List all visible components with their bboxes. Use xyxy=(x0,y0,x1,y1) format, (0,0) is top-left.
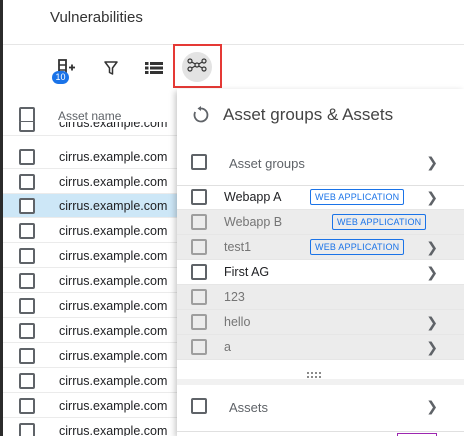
divider xyxy=(177,431,464,432)
asset-groups-panel: Asset groups & Assets Asset groups ❯ Web… xyxy=(177,89,464,436)
row-checkbox[interactable] xyxy=(19,373,35,389)
row-checkbox[interactable] xyxy=(19,248,35,264)
chevron-right-icon[interactable]: ❯ xyxy=(426,314,438,331)
row-checkbox[interactable] xyxy=(19,149,35,165)
asset-name: cirrus.example.com xyxy=(59,199,168,213)
asset-groups-section-header[interactable]: Asset groups ❯ xyxy=(177,141,464,185)
columns-count-badge: 10 xyxy=(52,71,69,84)
asset-name: cirrus.example.com xyxy=(59,122,168,130)
table-row-selected[interactable]: cirrus.example.com xyxy=(3,194,183,218)
asset-name: cirrus.example.com xyxy=(59,224,168,238)
asset-name: cirrus.example.com xyxy=(59,274,168,288)
table-row[interactable]: cirrus.example.com xyxy=(3,170,183,194)
web-application-tag: WEB APPLICATION xyxy=(332,214,427,230)
chevron-right-icon[interactable]: ❯ xyxy=(426,398,438,415)
group-name: 123 xyxy=(224,290,245,304)
table-row[interactable]: cirrus.example.com xyxy=(3,269,183,293)
row-checkbox[interactable] xyxy=(19,423,35,436)
group-name: a xyxy=(224,340,231,354)
asset-group-item[interactable]: First AG ❯ xyxy=(177,260,464,285)
group-name: hello xyxy=(224,315,251,329)
panel-title: Asset groups & Assets xyxy=(223,105,394,124)
row-checkbox[interactable] xyxy=(19,174,35,190)
assets-section-header[interactable]: Assets ❯ xyxy=(177,385,464,429)
row-checkbox[interactable] xyxy=(19,348,35,364)
refresh-icon[interactable] xyxy=(191,105,211,125)
table-row[interactable]: cirrus.example.com xyxy=(3,319,183,343)
row-checkbox[interactable] xyxy=(19,298,35,314)
table-row[interactable]: cirrus.example.com xyxy=(3,369,183,393)
table-row[interactable]: cirrus.example.com xyxy=(3,244,183,268)
group-checkbox[interactable] xyxy=(191,339,207,355)
asset-group-item[interactable]: Webapp A WEB APPLICATION ❯ xyxy=(177,185,464,210)
group-checkbox[interactable] xyxy=(191,264,207,280)
asset-name: cirrus.example.com xyxy=(59,374,168,388)
asset-group-item[interactable]: a ❯ xyxy=(177,335,464,360)
filter-icon xyxy=(103,60,119,76)
row-checkbox[interactable] xyxy=(19,122,35,132)
asset-name: cirrus.example.com xyxy=(59,299,168,313)
asset-graph-button[interactable] xyxy=(182,52,212,82)
asset-group-item[interactable]: hello ❯ xyxy=(177,310,464,335)
chevron-right-icon[interactable]: ❯ xyxy=(426,154,438,171)
asset-groups-label: Asset groups xyxy=(229,156,305,171)
asset-name: cirrus.example.com xyxy=(59,150,168,164)
row-checkbox[interactable] xyxy=(19,398,35,414)
list-view-button[interactable] xyxy=(140,54,168,82)
table-row[interactable]: cirrus.example.com xyxy=(3,294,183,318)
asset-name: cirrus.example.com xyxy=(59,175,168,189)
asset-group-item[interactable]: test1 WEB APPLICATION ❯ xyxy=(177,235,464,260)
select-all-checkbox[interactable] xyxy=(19,107,35,123)
table-row[interactable]: cirrus.example.com xyxy=(3,394,183,418)
filter-button[interactable] xyxy=(97,54,125,82)
table-row[interactable]: cirrus.example.com xyxy=(3,419,183,436)
web-application-tag: WEB APPLICATION xyxy=(310,189,405,205)
table-row[interactable]: cirrus.example.com xyxy=(3,122,183,136)
chevron-right-icon[interactable]: ❯ xyxy=(426,239,438,256)
asset-name: cirrus.example.com xyxy=(59,349,168,363)
asset-name: cirrus.example.com xyxy=(59,424,168,436)
assets-select-all-checkbox[interactable] xyxy=(191,398,207,414)
row-checkbox[interactable] xyxy=(19,223,35,239)
column-header-asset-name[interactable]: Asset name xyxy=(58,109,121,123)
chevron-right-icon[interactable]: ❯ xyxy=(426,189,438,206)
list-view-icon xyxy=(145,61,163,75)
group-checkbox[interactable] xyxy=(191,189,207,205)
group-checkbox[interactable] xyxy=(191,239,207,255)
asset-name: cirrus.example.com xyxy=(59,249,168,263)
table-row[interactable]: cirrus.example.com xyxy=(3,145,183,169)
table-row[interactable]: cirrus.example.com xyxy=(3,344,183,368)
web-application-tag: WEB APPLICATION xyxy=(310,239,405,255)
page-title: Vulnerabilities xyxy=(50,9,143,26)
resize-grip-icon[interactable] xyxy=(304,365,326,378)
row-checkbox[interactable] xyxy=(19,323,35,339)
chevron-right-icon[interactable]: ❯ xyxy=(426,339,438,356)
table-row[interactable]: cirrus.example.com xyxy=(3,219,183,243)
group-name: Webapp B xyxy=(224,215,283,229)
group-checkbox[interactable] xyxy=(191,314,207,330)
row-checkbox[interactable] xyxy=(19,198,35,214)
asset-group-item[interactable]: Webapp B WEB APPLICATION xyxy=(177,210,464,235)
asset-group-item[interactable]: 123 xyxy=(177,285,464,310)
chevron-right-icon[interactable]: ❯ xyxy=(426,264,438,281)
group-checkbox[interactable] xyxy=(191,289,207,305)
asset-graph-icon xyxy=(187,57,207,78)
asset-groups-select-all-checkbox[interactable] xyxy=(191,154,207,170)
group-name: Webapp A xyxy=(224,190,282,204)
row-checkbox[interactable] xyxy=(19,273,35,289)
header-divider xyxy=(3,44,464,45)
assets-label: Assets xyxy=(229,400,269,415)
group-name: First AG xyxy=(224,265,270,279)
asset-name: cirrus.example.com xyxy=(59,324,168,338)
group-checkbox[interactable] xyxy=(191,214,207,230)
asset-name: cirrus.example.com xyxy=(59,399,168,413)
group-name: test1 xyxy=(224,240,252,254)
